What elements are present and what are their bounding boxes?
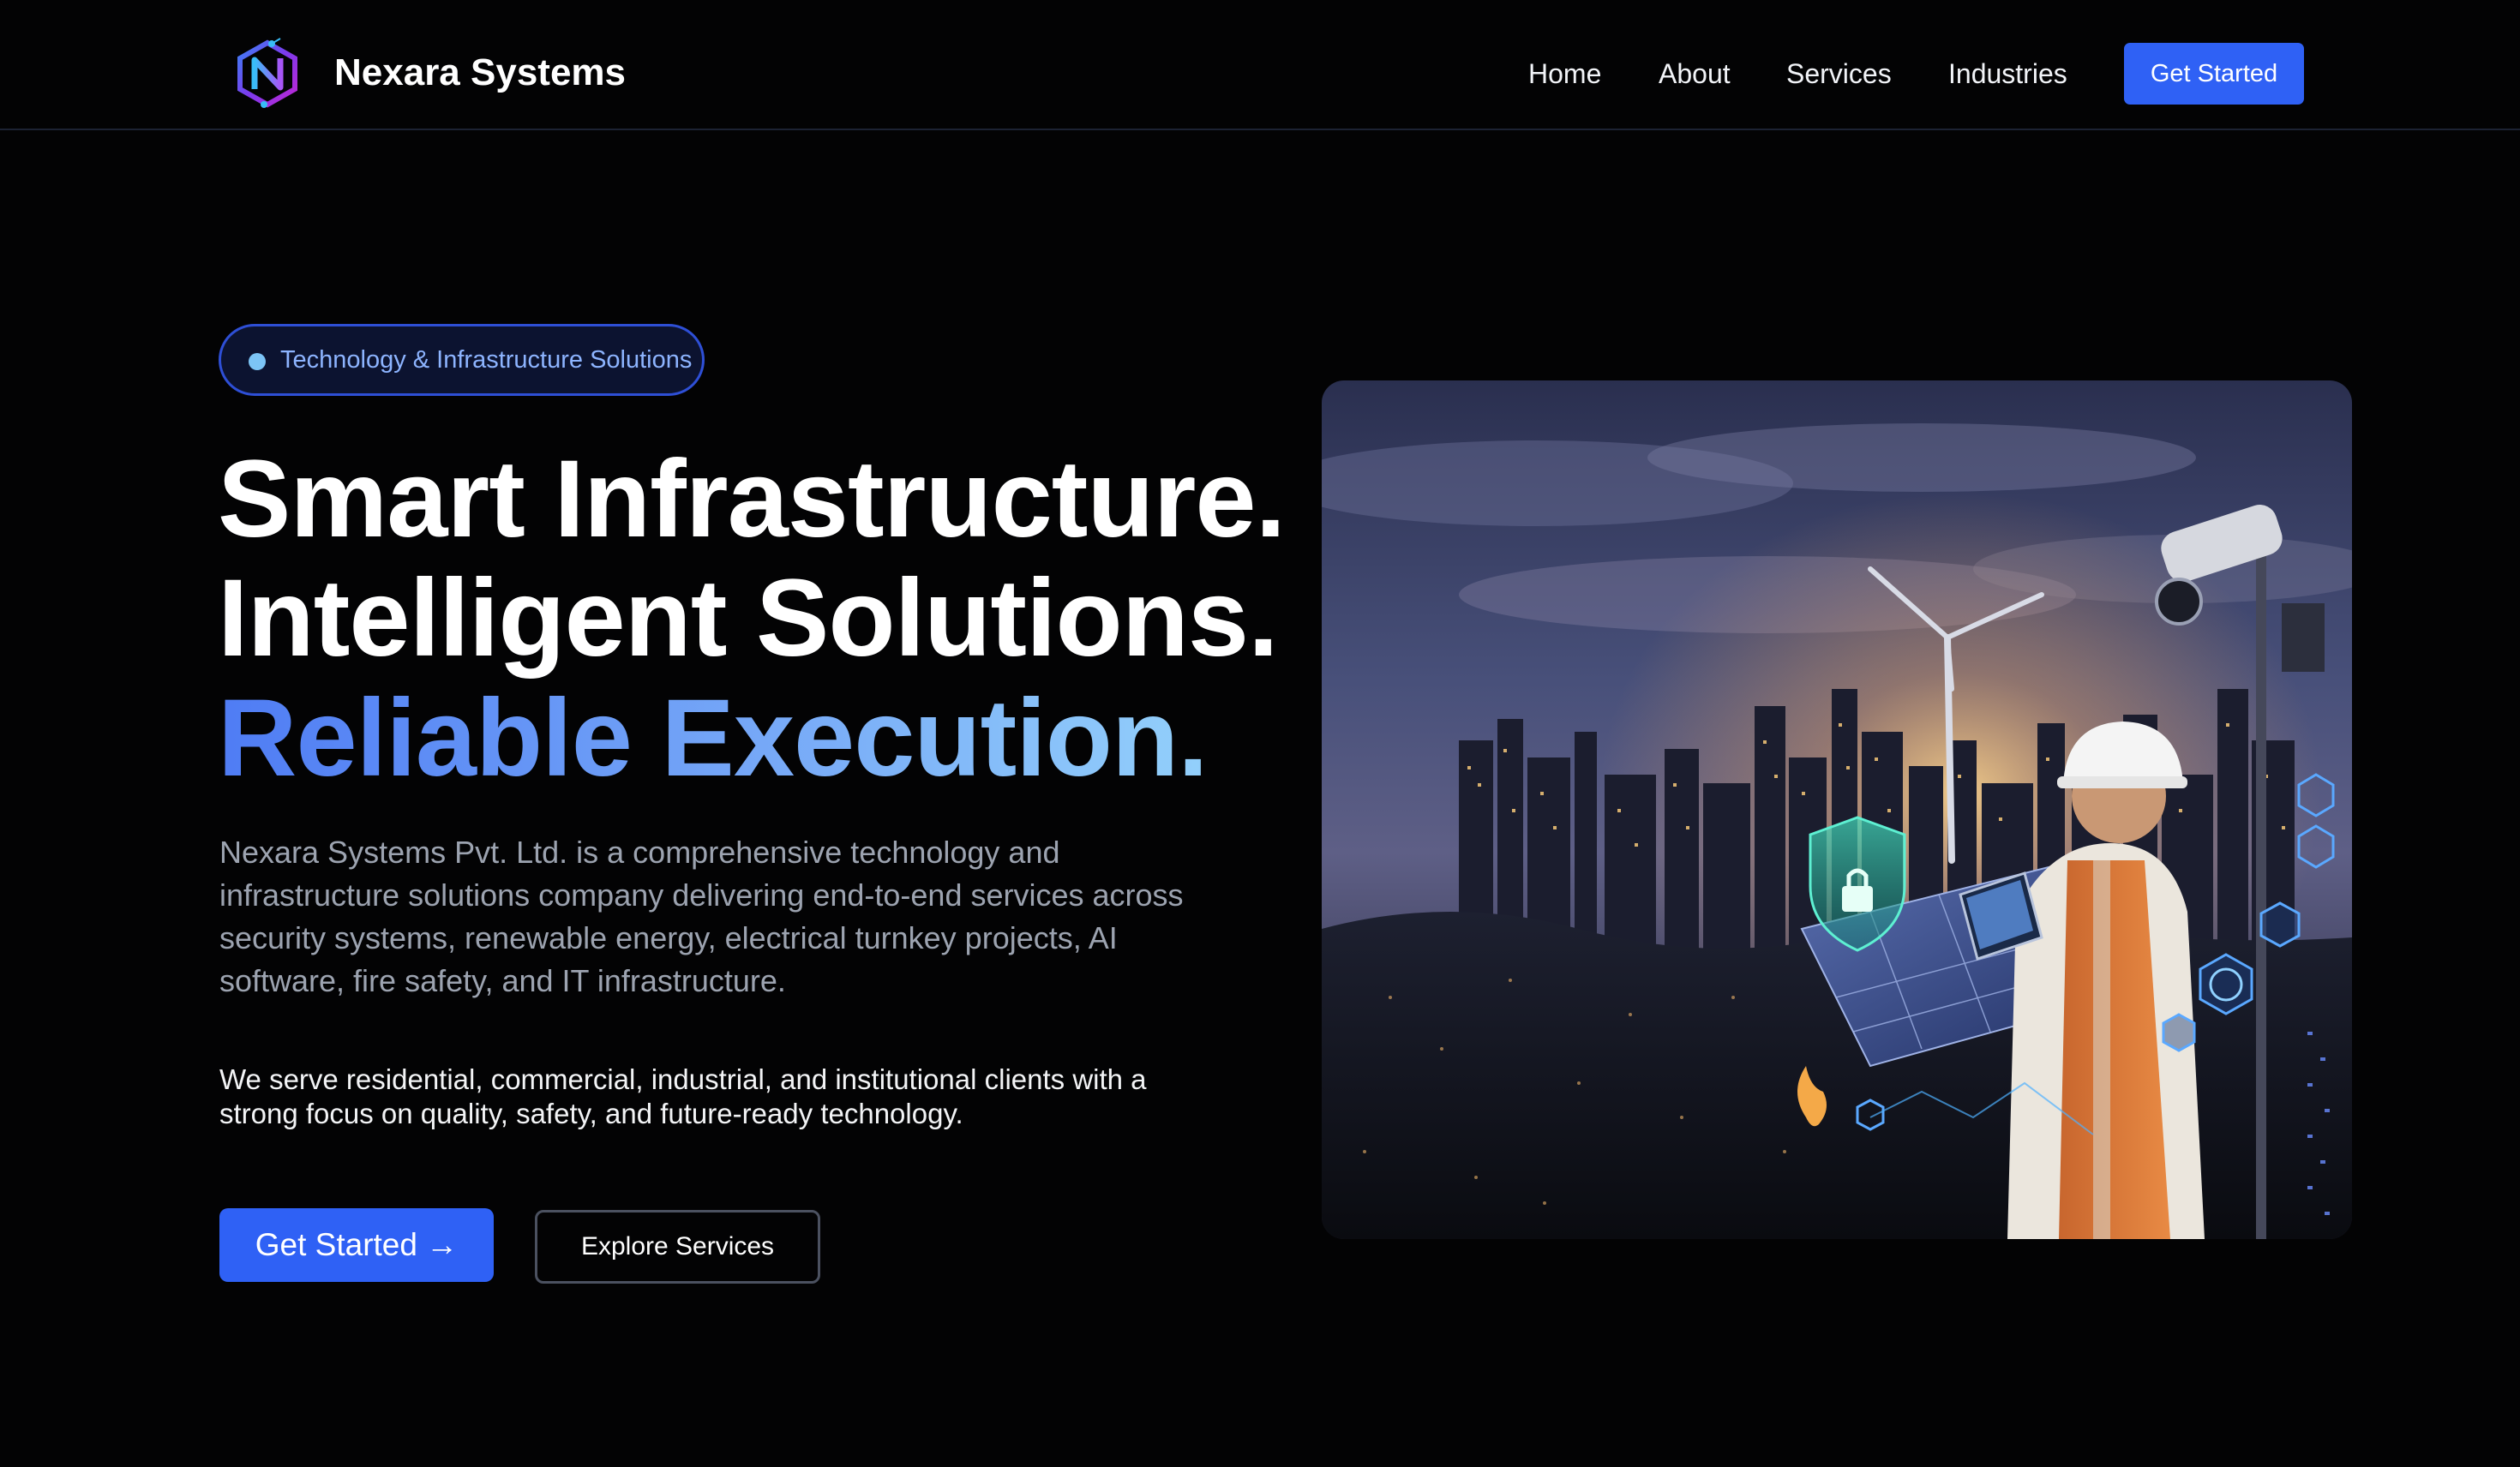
badge-label: Technology & Infrastructure Solutions (280, 346, 693, 374)
hero-illustration (1322, 380, 2352, 1239)
header-get-started-button[interactable]: Get Started (2124, 43, 2304, 105)
headline-line-3: Reliable Execution. (218, 677, 1209, 799)
brand-name[interactable]: Nexara Systems (334, 46, 626, 99)
site-header: Nexara Systems Home About Services Indus… (0, 0, 2520, 130)
nav-link-about[interactable]: About (1659, 50, 1731, 98)
badge-dot-icon (249, 353, 266, 370)
nav-link-home[interactable]: Home (1528, 50, 1601, 98)
hero-get-started-button[interactable]: Get Started → (219, 1208, 494, 1282)
hexagon-n-logo-icon[interactable] (233, 38, 302, 110)
headline-line-1: Smart Infrastructure. (218, 438, 1286, 560)
category-badge: Technology & Infrastructure Solutions (219, 324, 705, 396)
nav-link-services[interactable]: Services (1786, 50, 1892, 98)
hero-description: Nexara Systems Pvt. Ltd. is a comprehens… (219, 835, 1184, 998)
nav-link-industries[interactable]: Industries (1948, 50, 2067, 98)
hero-description-secondary: We serve residential, commercial, indust… (219, 1063, 1147, 1129)
headline-line-2: Intelligent Solutions. (218, 557, 1279, 680)
explore-services-button[interactable]: Explore Services (535, 1210, 820, 1284)
